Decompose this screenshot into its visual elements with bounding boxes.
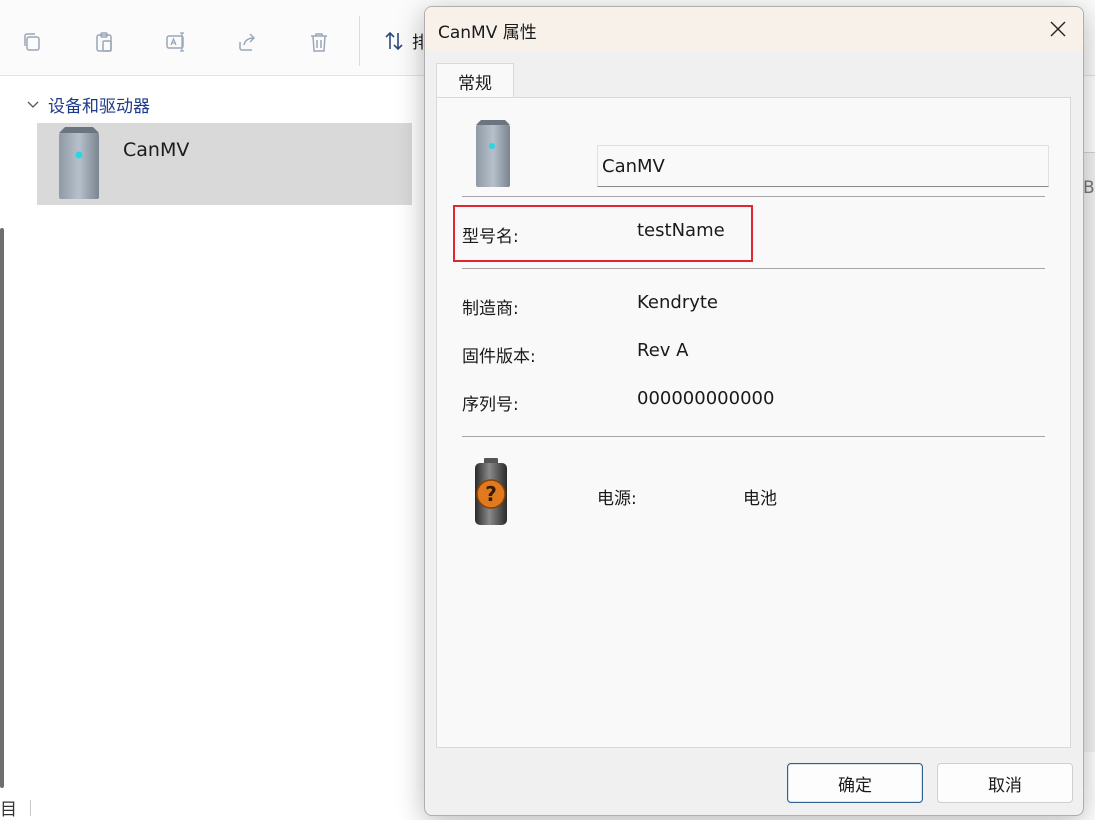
device-tile-canmv[interactable]: CanMV — [37, 123, 412, 205]
tab-general[interactable]: 常规 — [436, 63, 514, 98]
divider — [462, 196, 1045, 197]
close-button[interactable] — [1043, 15, 1073, 43]
drive-icon — [476, 120, 510, 187]
paste-icon — [96, 32, 112, 52]
battery-unknown-icon: ? — [475, 458, 507, 525]
power-value: 电池 — [743, 489, 777, 509]
group-header-label: 设备和驱动器 — [48, 97, 150, 117]
delete-button[interactable] — [303, 26, 335, 58]
drive-icon — [59, 127, 99, 199]
status-bar-divider — [30, 800, 31, 816]
divider — [462, 436, 1045, 437]
serial-label: 序列号: — [462, 395, 519, 415]
general-tab-panel: 型号名: testName 制造商: Kendryte 固件版本: Rev A … — [436, 97, 1071, 748]
details-pane-partial-text: B — [1083, 178, 1095, 198]
status-bar-text: 目 — [0, 800, 17, 820]
navigation-scrollbar[interactable] — [0, 228, 4, 788]
delete-icon — [311, 33, 327, 52]
svg-text:?: ? — [485, 482, 497, 506]
dialog-title-bar[interactable]: CanMV 属性 — [425, 7, 1083, 51]
group-header-devices[interactable]: 设备和驱动器 — [26, 92, 150, 117]
rename-button[interactable] — [160, 26, 192, 58]
manufacturer-value: Kendryte — [637, 292, 718, 313]
firmware-value: Rev A — [637, 340, 689, 361]
share-icon — [239, 33, 256, 51]
toolbar-divider — [359, 16, 360, 66]
highlight-box — [453, 205, 753, 262]
serial-value: 000000000000 — [637, 388, 775, 409]
cancel-button[interactable]: 取消 — [937, 763, 1073, 803]
share-button[interactable] — [232, 26, 264, 58]
dialog-title: CanMV 属性 — [438, 23, 537, 43]
divider — [462, 268, 1045, 269]
sort-button[interactable]: 排 — [382, 28, 429, 53]
chevron-down-icon — [27, 101, 39, 108]
close-icon — [1050, 21, 1066, 37]
tab-general-label: 常规 — [458, 73, 492, 94]
firmware-label: 固件版本: — [462, 347, 536, 367]
manufacturer-label: 制造商: — [462, 299, 519, 319]
copy-icon — [24, 33, 40, 51]
details-pane-edge — [1084, 152, 1095, 752]
sort-icon — [385, 31, 403, 50]
properties-dialog: CanMV 属性 常规 型号名: testName — [424, 6, 1084, 816]
rename-icon — [166, 32, 184, 52]
ok-button[interactable]: 确定 — [787, 763, 923, 803]
copy-button[interactable] — [16, 26, 48, 58]
device-name-field[interactable] — [597, 145, 1049, 187]
device-tile-name: CanMV — [123, 139, 190, 161]
power-label: 电源: — [597, 489, 637, 509]
paste-button[interactable] — [88, 26, 120, 58]
